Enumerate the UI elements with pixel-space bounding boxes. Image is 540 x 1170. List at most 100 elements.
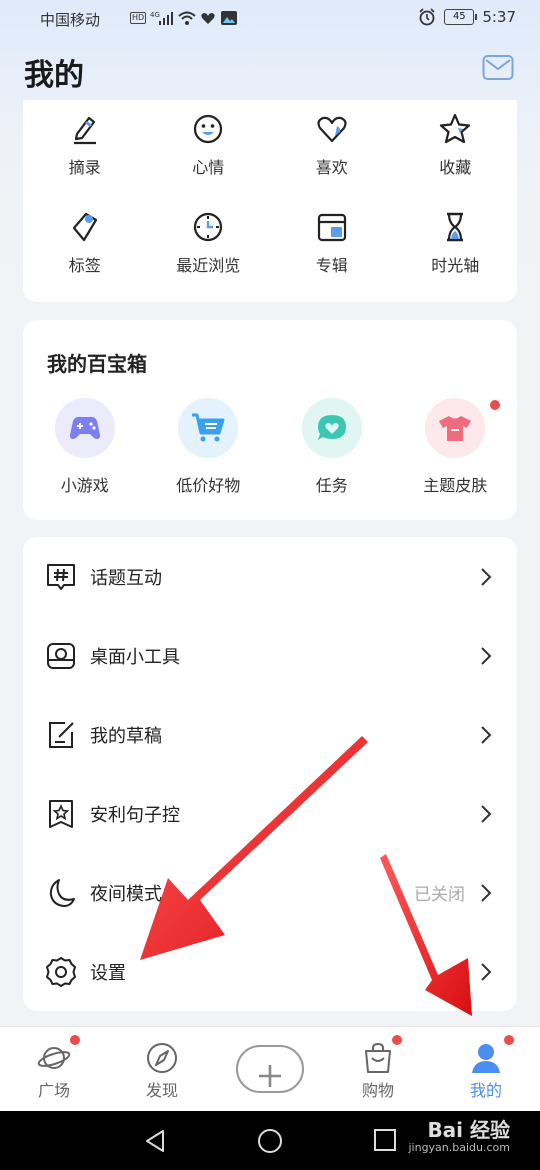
tab-plaza[interactable]: 广场 xyxy=(0,1027,108,1112)
toolbox-icon-circle xyxy=(301,398,362,458)
mine-notification-dot xyxy=(504,1035,514,1045)
compass-icon xyxy=(147,1043,177,1073)
toolbox-card: 我的百宝箱 小游戏 低价好物 任务 主题皮肤 xyxy=(23,320,517,520)
clock-icon xyxy=(194,212,223,242)
menu-item-settings[interactable]: 设置 xyxy=(23,932,517,1011)
chat-heart-icon xyxy=(317,415,346,440)
status-icons: HD 4G xyxy=(130,10,238,26)
quick-item-collect[interactable]: 收藏 xyxy=(394,100,518,198)
svg-text:4G: 4G xyxy=(150,11,160,19)
moon-icon xyxy=(49,878,75,907)
watermark: Bai 经验 jingyan.baidu.com xyxy=(408,1119,510,1155)
hashtag-icon xyxy=(47,563,75,590)
wifi-icon xyxy=(178,11,196,25)
recents-icon[interactable] xyxy=(373,1128,397,1152)
toolbox-item-deals[interactable]: 低价好物 xyxy=(147,398,271,496)
draft-icon xyxy=(49,721,74,748)
toolbox-item-label: 小游戏 xyxy=(60,476,109,495)
quick-actions-grid: 摘录 心情 喜欢 收藏 标签 最近浏览 专辑 时光轴 xyxy=(23,100,517,296)
bag-icon xyxy=(365,1042,391,1073)
quick-item-label: 喜欢 xyxy=(315,158,348,177)
chevron-right-icon xyxy=(481,567,492,586)
quick-item-like[interactable]: 喜欢 xyxy=(270,100,394,198)
bookmark-star-icon xyxy=(49,799,73,828)
quick-item-label: 心情 xyxy=(192,158,225,177)
quick-item-label: 标签 xyxy=(68,256,101,275)
toolbox-item-label: 低价好物 xyxy=(176,476,241,495)
tab-label: 广场 xyxy=(37,1081,70,1100)
toolbox-title: 我的百宝箱 xyxy=(47,352,147,376)
menu-item-label: 话题互动 xyxy=(90,567,162,589)
menu-item-label: 桌面小工具 xyxy=(90,646,180,668)
album-icon xyxy=(317,213,346,242)
quick-item-timeline[interactable]: 时光轴 xyxy=(394,198,518,296)
toolbox-item-theme[interactable]: 主题皮肤 xyxy=(394,398,518,496)
quick-item-label: 收藏 xyxy=(439,158,472,177)
toolbox-grid: 小游戏 低价好物 任务 主题皮肤 xyxy=(23,398,517,496)
tab-shopping[interactable]: 购物 xyxy=(324,1027,432,1112)
signal-icon: 4G xyxy=(150,11,174,25)
toolbox-item-minigame[interactable]: 小游戏 xyxy=(23,398,147,496)
mail-icon xyxy=(482,55,514,80)
tab-create[interactable] xyxy=(216,1027,324,1112)
toolbox-icon-circle xyxy=(54,398,115,458)
clock-time: 5:37 xyxy=(482,8,516,26)
menu-card: 话题互动 桌面小工具 我的草稿 安利句子控 夜间模式 已关闭 设置 xyxy=(23,537,517,1011)
mail-button[interactable] xyxy=(482,54,514,82)
tab-mine[interactable]: 我的 xyxy=(432,1027,540,1112)
quick-item-label: 时光轴 xyxy=(431,256,480,275)
menu-item-night-mode[interactable]: 夜间模式 已关闭 xyxy=(23,853,517,932)
create-button[interactable] xyxy=(236,1045,304,1093)
heart-icon xyxy=(317,116,347,143)
planet-icon xyxy=(37,1047,71,1069)
page-title: 我的 xyxy=(24,58,84,93)
tag-icon xyxy=(72,212,97,242)
tab-discover[interactable]: 发现 xyxy=(108,1027,216,1112)
chevron-right-icon xyxy=(481,962,492,981)
battery-indicator: 45 xyxy=(444,9,478,25)
heart-status-icon xyxy=(201,13,215,24)
quick-item-album[interactable]: 专辑 xyxy=(270,198,394,296)
quick-item-label: 专辑 xyxy=(315,256,348,275)
toolbox-icon-circle xyxy=(178,398,239,458)
smiley-icon xyxy=(194,114,223,144)
menu-item-widgets[interactable]: 桌面小工具 xyxy=(23,616,517,695)
chevron-right-icon xyxy=(481,804,492,823)
chevron-right-icon xyxy=(481,883,492,902)
pen-icon xyxy=(73,116,96,145)
watermark-brand: Bai 经验 xyxy=(427,1118,510,1142)
tab-label: 发现 xyxy=(145,1081,178,1100)
menu-item-drafts[interactable]: 我的草稿 xyxy=(23,695,517,774)
menu-item-topics[interactable]: 话题互动 xyxy=(23,537,517,616)
toolbox-item-label: 任务 xyxy=(315,476,348,495)
quick-actions-card: 摘录 心情 喜欢 收藏 标签 最近浏览 专辑 时光轴 xyxy=(23,100,517,302)
menu-item-label: 我的草稿 xyxy=(90,725,162,747)
app-status-icon xyxy=(221,11,238,25)
quick-item-tag[interactable]: 标签 xyxy=(23,198,147,296)
menu-item-label: 夜间模式 xyxy=(90,883,162,905)
carrier-name: 中国移动 xyxy=(40,11,101,29)
home-icon[interactable] xyxy=(257,1128,283,1154)
toolbox-item-tasks[interactable]: 任务 xyxy=(270,398,394,496)
quick-item-excerpt[interactable]: 摘录 xyxy=(23,100,147,198)
menu-item-label: 设置 xyxy=(90,962,126,984)
quick-item-mood[interactable]: 心情 xyxy=(147,100,271,198)
chevron-right-icon xyxy=(481,725,492,744)
quick-item-recent[interactable]: 最近浏览 xyxy=(147,198,271,296)
hd-badge: HD xyxy=(130,12,147,24)
gamepad-icon xyxy=(69,416,100,439)
plaza-notification-dot xyxy=(70,1035,80,1045)
gear-icon xyxy=(46,956,76,987)
shopping-notification-dot xyxy=(392,1035,402,1045)
night-mode-status: 已关闭 xyxy=(414,885,465,905)
plus-icon xyxy=(259,1065,281,1087)
bottom-tab-bar: 广场 发现 购物 我的 xyxy=(0,1026,540,1111)
status-right: 45 5:37 xyxy=(418,8,516,26)
watermark-url: jingyan.baidu.com xyxy=(408,1141,510,1154)
toolbox-item-label: 主题皮肤 xyxy=(423,476,488,495)
menu-item-recommend[interactable]: 安利句子控 xyxy=(23,774,517,853)
toolbox-icon-circle xyxy=(425,398,486,458)
back-icon[interactable] xyxy=(143,1128,167,1154)
quick-item-label: 最近浏览 xyxy=(176,256,241,275)
alarm-icon xyxy=(419,8,435,26)
